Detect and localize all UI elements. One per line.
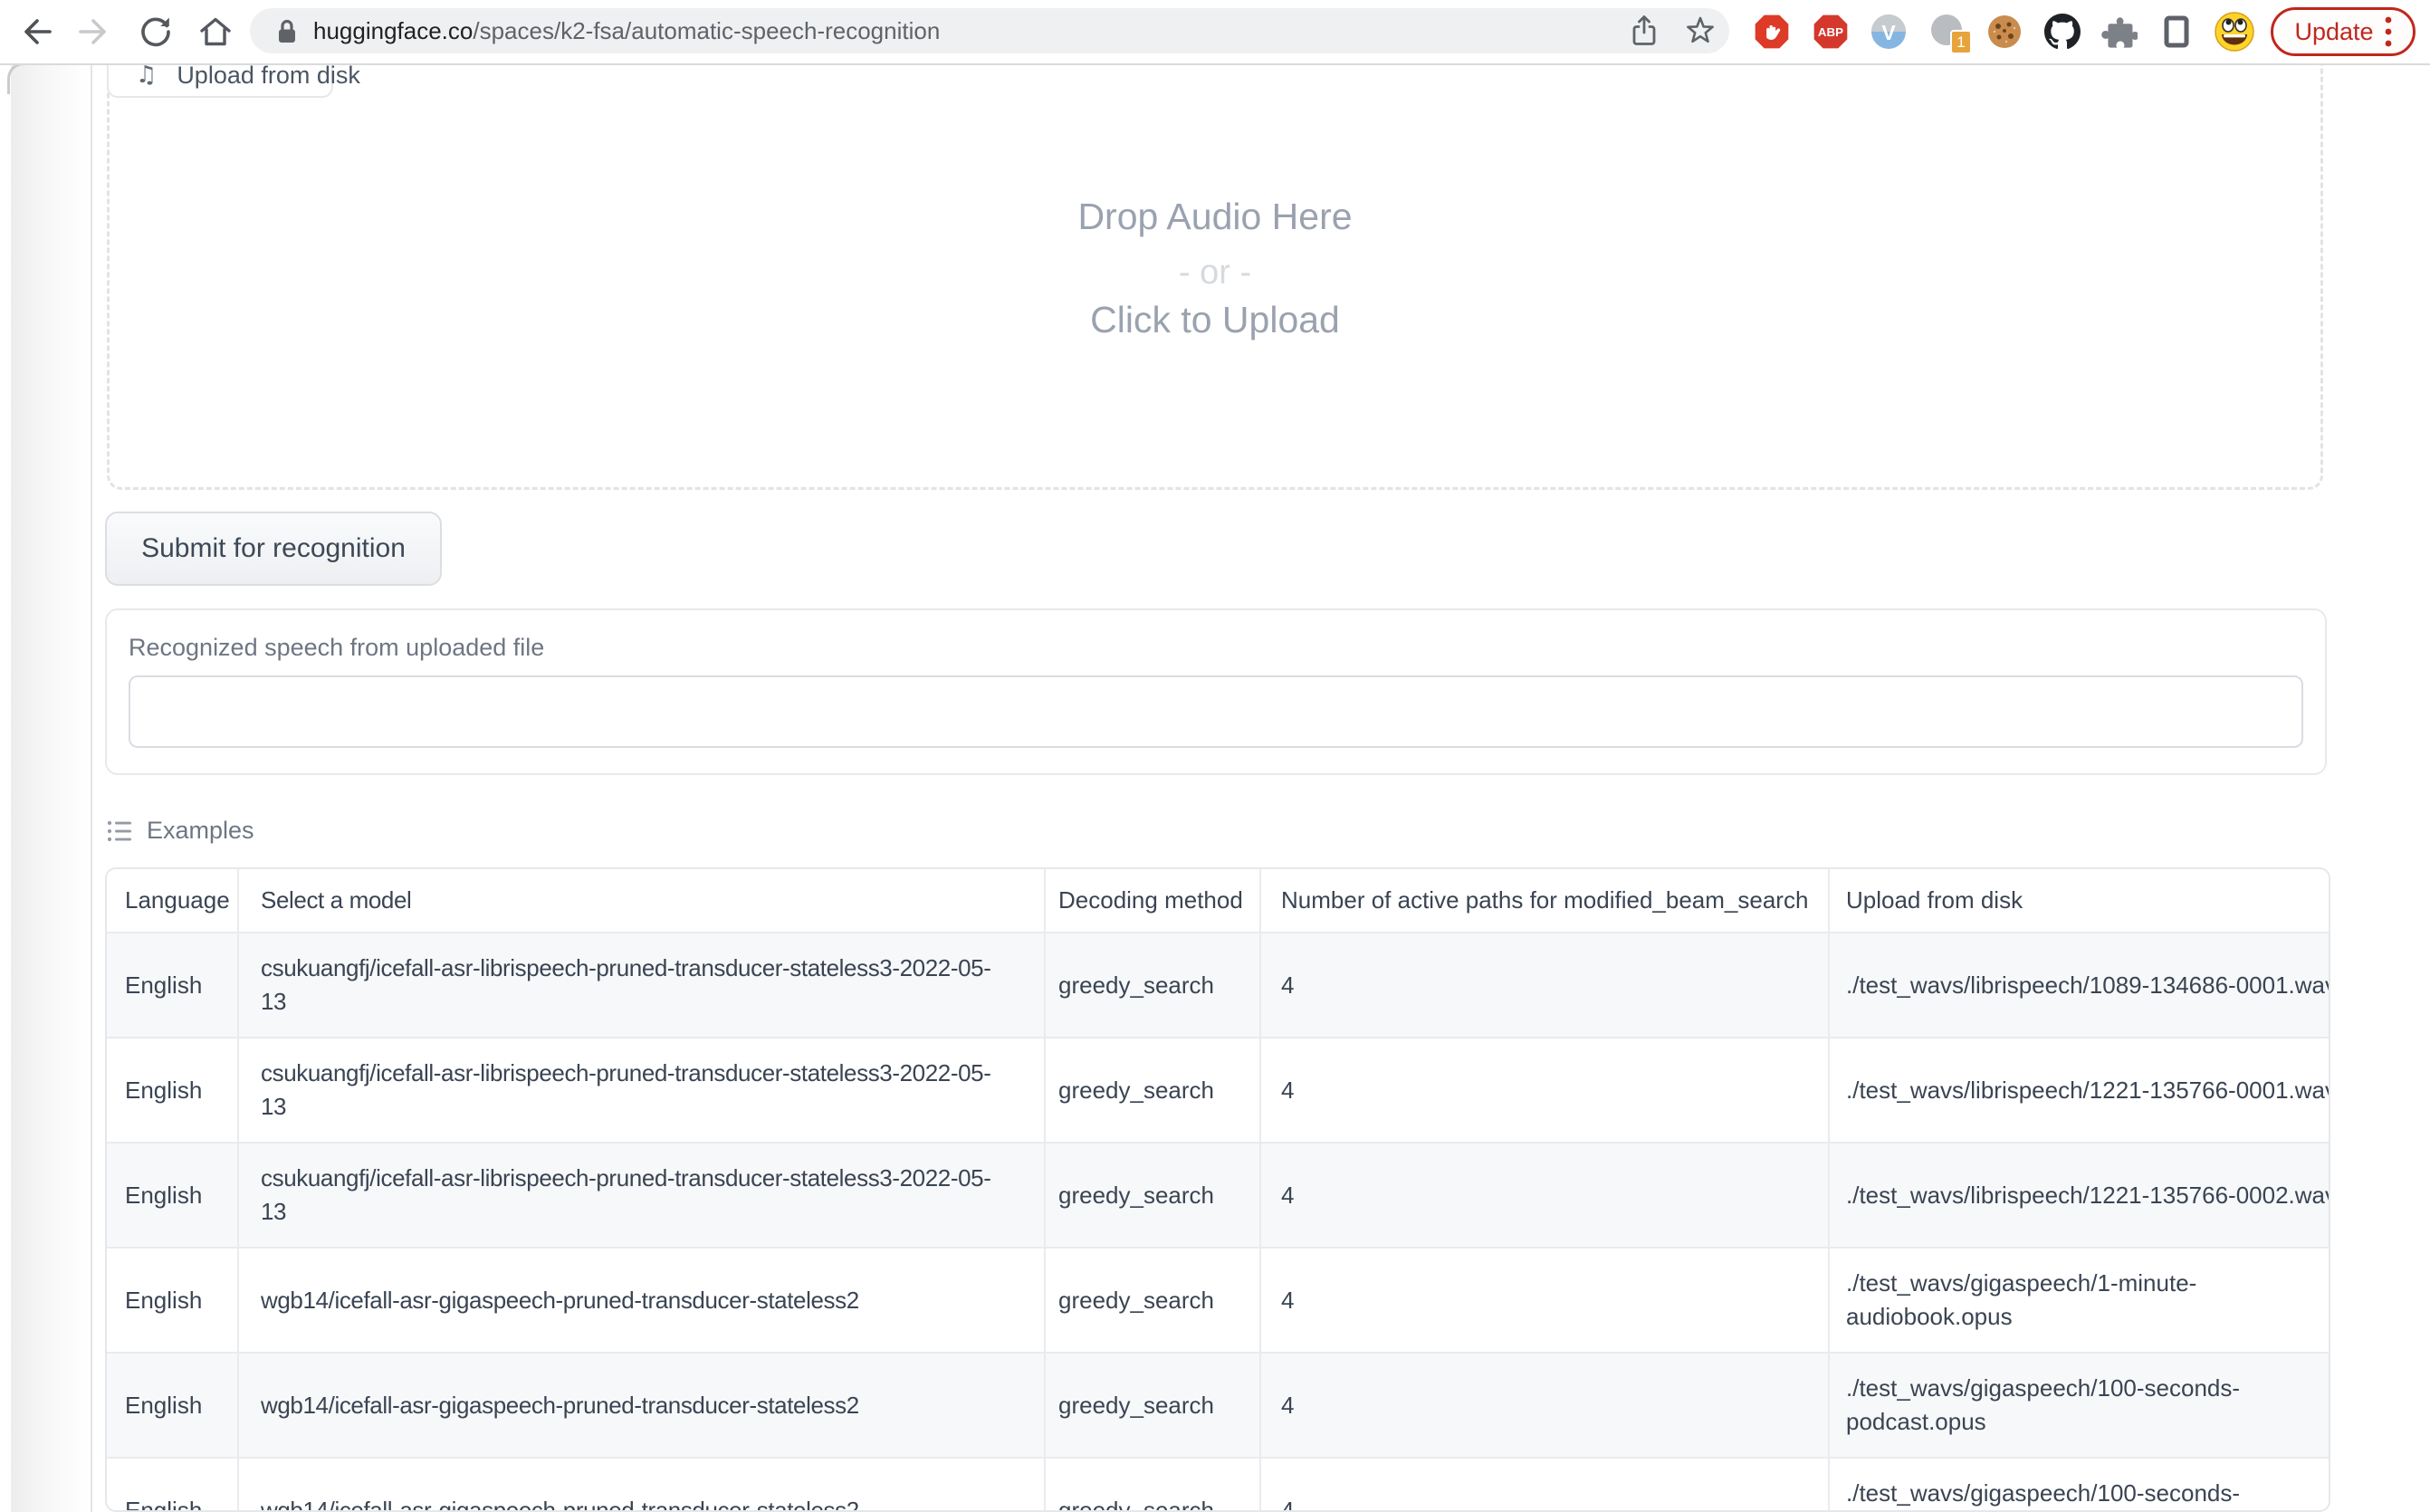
extensions-puzzle-icon[interactable] (2101, 14, 2138, 50)
table-cell: greedy_search (1045, 1143, 1260, 1248)
extension-badge: 1 (1950, 30, 1972, 54)
sidebar-toggle-icon[interactable] (2158, 14, 2195, 50)
back-button[interactable] (13, 10, 56, 53)
table-cell: ./test_wavs/gigaspeech/1-minute- audiobo… (1829, 1248, 2329, 1353)
abp-text: ABP (1818, 25, 1843, 39)
output-textbox[interactable] (129, 675, 2303, 748)
star-icon (1682, 13, 1718, 49)
update-button[interactable]: Update (2271, 7, 2416, 56)
browser-menu-dots-icon[interactable] (2385, 15, 2392, 48)
url-path: /spaces/k2-fsa/automatic-speech-recognit… (473, 17, 940, 44)
github-extension-icon[interactable] (2044, 14, 2081, 50)
column-header: Decoding method (1045, 869, 1260, 933)
table-cell: ./test_wavs/librispeech/1089-134686-0001… (1829, 933, 2329, 1038)
reload-icon (134, 10, 177, 53)
column-header: Select a model (238, 869, 1045, 933)
share-button[interactable] (1626, 13, 1662, 49)
update-label: Update (2294, 18, 2373, 46)
forward-arrow-icon (74, 10, 118, 53)
table-row[interactable]: Englishwgb14/icefall-asr-gigaspeech-prun… (107, 1353, 2329, 1458)
url-host: huggingface.co (313, 17, 473, 44)
url-bar[interactable]: huggingface.co/spaces/k2-fsa/automatic-s… (250, 8, 1729, 53)
home-icon (194, 10, 237, 53)
home-button[interactable] (194, 10, 237, 53)
column-header: Number of active paths for modified_beam… (1260, 869, 1829, 933)
table-cell: greedy_search (1045, 933, 1260, 1038)
profile-avatar[interactable]: 1 (1928, 14, 1965, 50)
window-left-edge-gradient (11, 63, 91, 1512)
lock-icon (275, 17, 299, 51)
table-cell: wgb14/icefall-asr-gigaspeech-pruned-tran… (238, 1248, 1045, 1353)
table-cell: wgb14/icefall-asr-gigaspeech-pruned-tran… (238, 1458, 1045, 1512)
emoji-extension-icon[interactable] (2215, 12, 2254, 52)
tab-label: Upload from disk (177, 62, 360, 90)
list-icon (107, 819, 132, 843)
examples-header-row: LanguageSelect a modelDecoding methodNum… (107, 869, 2329, 933)
table-cell: ./test_wavs/gigaspeech/100-seconds- podc… (1829, 1353, 2329, 1458)
dropzone-click-to-upload: Click to Upload (107, 299, 2323, 341)
bookmark-star-button[interactable] (1682, 13, 1718, 49)
window-corner (7, 62, 39, 94)
table-row[interactable]: Englishwgb14/icefall-asr-gigaspeech-prun… (107, 1458, 2329, 1512)
abp-extension-icon[interactable]: ABP (1813, 14, 1849, 50)
cookie-extension-icon[interactable] (1986, 14, 2023, 50)
table-cell: wgb14/icefall-asr-gigaspeech-pruned-tran… (238, 1353, 1045, 1458)
table-row[interactable]: Englishcsukuangfj/icefall-asr-librispeec… (107, 1143, 2329, 1248)
table-cell: 4 (1260, 933, 1829, 1038)
table-row[interactable]: Englishcsukuangfj/icefall-asr-librispeec… (107, 933, 2329, 1038)
forward-button[interactable] (74, 10, 118, 53)
table-cell: English (107, 1458, 238, 1512)
table-cell: 4 (1260, 1458, 1829, 1512)
table-cell: 4 (1260, 1038, 1829, 1143)
dropzone-title: Drop Audio Here (107, 196, 2323, 238)
table-cell: csukuangfj/icefall-asr-librispeech-prune… (238, 1143, 1045, 1248)
left-divider-line (91, 63, 92, 1512)
table-cell: greedy_search (1045, 1038, 1260, 1143)
table-cell: 4 (1260, 1143, 1829, 1248)
vimium-v-text: V (1881, 21, 1896, 44)
column-header: Upload from disk (1829, 869, 2329, 933)
table-row[interactable]: Englishwgb14/icefall-asr-gigaspeech-prun… (107, 1248, 2329, 1353)
table-cell: English (107, 1038, 238, 1143)
examples-table-body: Englishcsukuangfj/icefall-asr-librispeec… (107, 933, 2329, 1512)
adblock-extension-icon[interactable] (1754, 14, 1790, 50)
examples-label: Examples (147, 817, 254, 845)
table-cell: 4 (1260, 1353, 1829, 1458)
table-cell: greedy_search (1045, 1248, 1260, 1353)
table-cell: ./test_wavs/librispeech/1221-135766-0001… (1829, 1038, 2329, 1143)
examples-section-header: Examples (107, 817, 254, 845)
table-cell: greedy_search (1045, 1353, 1260, 1458)
browser-window: Drop Audio Here - or - Click to Upload ♫… (0, 0, 2430, 1512)
reload-button[interactable] (134, 10, 177, 53)
table-cell: English (107, 1248, 238, 1353)
table-cell: English (107, 933, 238, 1038)
dropzone-or-text: - or - (107, 254, 2323, 292)
share-icon (1626, 13, 1662, 49)
table-cell: csukuangfj/icefall-asr-librispeech-prune… (238, 933, 1045, 1038)
table-cell: csukuangfj/icefall-asr-librispeech-prune… (238, 1038, 1045, 1143)
table-cell: English (107, 1353, 238, 1458)
music-note-icon: ♫ (136, 62, 157, 89)
table-cell: ./test_wavs/librispeech/1221-135766-0002… (1829, 1143, 2329, 1248)
browser-toolbar: huggingface.co/spaces/k2-fsa/automatic-s… (0, 0, 2430, 65)
vimium-extension-icon[interactable]: V (1870, 14, 1907, 50)
table-cell: greedy_search (1045, 1458, 1260, 1512)
examples-table: LanguageSelect a modelDecoding methodNum… (105, 867, 2330, 1512)
table-cell: 4 (1260, 1248, 1829, 1353)
url-text: huggingface.co/spaces/k2-fsa/automatic-s… (313, 8, 940, 53)
table-cell: ./test_wavs/gigaspeech/100-seconds- podc… (1829, 1458, 2329, 1512)
table-cell: English (107, 1143, 238, 1248)
back-arrow-icon (13, 10, 56, 53)
table-row[interactable]: Englishcsukuangfj/icefall-asr-librispeec… (107, 1038, 2329, 1143)
submit-button[interactable]: Submit for recognition (105, 512, 442, 586)
column-header: Language (107, 869, 238, 933)
output-label: Recognized speech from uploaded file (129, 634, 544, 662)
